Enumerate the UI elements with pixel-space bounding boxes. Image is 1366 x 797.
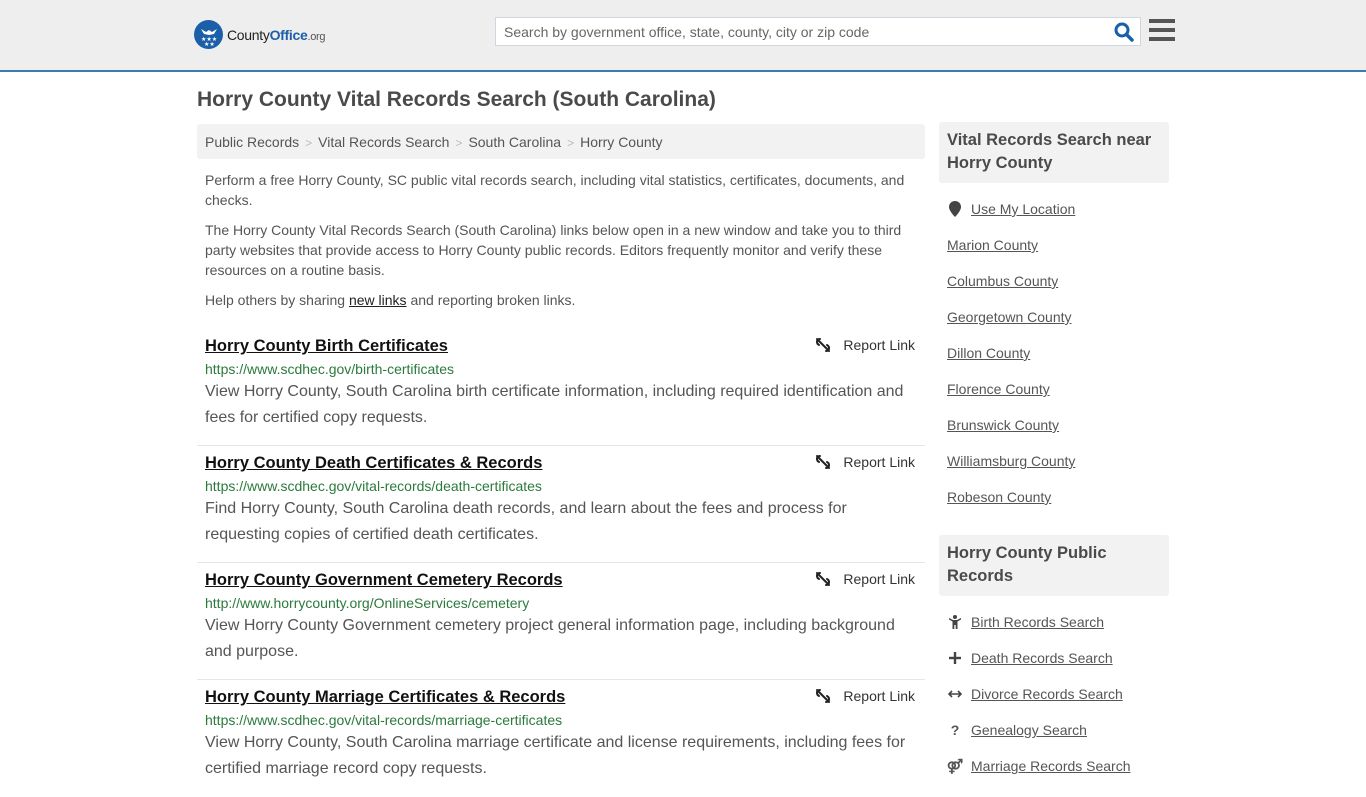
public-records-heading: Horry County Public Records bbox=[939, 535, 1169, 596]
report-link-button[interactable]: Report Link bbox=[815, 688, 915, 704]
nearby-county-item: Florence County bbox=[947, 371, 1161, 407]
nearby-county-item: Columbus County bbox=[947, 263, 1161, 299]
death-records-search-link[interactable]: Death Records Search bbox=[971, 650, 1113, 666]
result-url[interactable]: https://www.scdhec.gov/vital-records/mar… bbox=[205, 710, 917, 730]
intro-section: Perform a free Horry County, SC public v… bbox=[197, 170, 925, 310]
search-bar bbox=[495, 17, 1141, 46]
public-record-item: ⚤ Marriage Records Search bbox=[947, 748, 1161, 784]
result-url[interactable]: http://www.horrycounty.org/OnlineService… bbox=[205, 593, 917, 613]
result-title-link[interactable]: Horry County Birth Certificates bbox=[205, 335, 448, 357]
plus-icon bbox=[947, 652, 963, 664]
nearby-heading: Vital Records Search near Horry County bbox=[939, 122, 1169, 183]
result-item: Horry County Government Cemetery Records… bbox=[197, 563, 925, 680]
nearby-county-link[interactable]: Dillon County bbox=[947, 345, 1030, 361]
breadcrumb: Public Records > Vital Records Search > Sout… bbox=[197, 124, 925, 159]
share-links-paragraph: Help others by sharing new links and rep… bbox=[205, 292, 576, 308]
result-url[interactable]: https://www.scdhec.gov/vital-records/dea… bbox=[205, 476, 917, 496]
question-icon: ? bbox=[950, 722, 960, 738]
nearby-county-link[interactable]: Georgetown County bbox=[947, 309, 1072, 325]
result-title-link[interactable]: Horry County Marriage Certificates & Rec… bbox=[205, 686, 565, 708]
breadcrumb-separator: > bbox=[455, 136, 463, 150]
result-description: View Horry County, South Carolina birth … bbox=[205, 383, 904, 426]
broken-link-icon bbox=[816, 572, 831, 586]
breadcrumb-public-records[interactable]: Public Records bbox=[205, 134, 299, 150]
search-button[interactable] bbox=[1114, 22, 1134, 42]
result-description: Find Horry County, South Carolina death … bbox=[205, 500, 847, 543]
use-my-location-link[interactable]: Use My Location bbox=[971, 201, 1075, 217]
nearby-county-link[interactable]: Brunswick County bbox=[947, 417, 1059, 433]
nearby-county-link[interactable]: Florence County bbox=[947, 381, 1050, 397]
nearby-county-item: Dillon County bbox=[947, 335, 1161, 371]
map-marker-icon bbox=[947, 201, 963, 217]
nearby-county-link[interactable]: Columbus County bbox=[947, 273, 1058, 289]
search-input[interactable] bbox=[496, 18, 1096, 45]
results-list: Horry County Birth Certificates https://… bbox=[197, 329, 925, 797]
nearby-county-item: Georgetown County bbox=[947, 299, 1161, 335]
result-url[interactable]: https://www.scdhec.gov/birth-certificate… bbox=[205, 359, 917, 379]
broken-link-icon bbox=[816, 689, 831, 703]
breadcrumb-separator: > bbox=[305, 136, 313, 150]
result-item: Horry County Death Certificates & Record… bbox=[197, 446, 925, 563]
menu-icon-bar bbox=[1149, 28, 1175, 32]
public-record-item: Birth Records Search bbox=[947, 604, 1161, 640]
result-title-link[interactable]: Horry County Government Cemetery Records bbox=[205, 569, 563, 591]
search-icon bbox=[1114, 22, 1134, 42]
new-links-link[interactable]: new links bbox=[349, 292, 407, 308]
result-item: Horry County Birth Certificates https://… bbox=[197, 329, 925, 446]
divorce-records-search-link[interactable]: Divorce Records Search bbox=[971, 686, 1123, 702]
marriage-symbol-icon: ⚤ bbox=[946, 757, 964, 774]
nearby-county-item: Marion County bbox=[947, 227, 1161, 263]
logo-wordmark: CountyOffice.org bbox=[227, 26, 326, 43]
menu-icon-bar bbox=[1149, 37, 1175, 41]
public-record-item: Divorce Records Search bbox=[947, 676, 1161, 712]
intro-paragraph: Perform a free Horry County, SC public v… bbox=[205, 172, 905, 208]
breadcrumb-horry-county[interactable]: Horry County bbox=[580, 134, 662, 150]
hamburger-menu-button[interactable] bbox=[1149, 19, 1175, 41]
breadcrumb-separator: > bbox=[567, 136, 575, 150]
child-icon bbox=[947, 615, 963, 629]
result-description: View Horry County Government cemetery pr… bbox=[205, 617, 895, 660]
page-title: Horry County Vital Records Search (South… bbox=[197, 88, 716, 111]
birth-records-search-link[interactable]: Birth Records Search bbox=[971, 614, 1104, 630]
site-logo[interactable]: ★★★ ★★ CountyOffice.org bbox=[194, 20, 326, 49]
nearby-county-link[interactable]: Williamsburg County bbox=[947, 453, 1075, 469]
public-record-item: Death Records Search bbox=[947, 640, 1161, 676]
result-item: Horry County Marriage Certificates & Rec… bbox=[197, 680, 925, 797]
intro-paragraph: The Horry County Vital Records Search (S… bbox=[205, 222, 902, 278]
report-link-button[interactable]: Report Link bbox=[815, 454, 915, 470]
nearby-list: Use My Location Marion County Columbus C… bbox=[939, 183, 1169, 515]
use-location-item: Use My Location bbox=[947, 191, 1161, 227]
public-record-item: ? Genealogy Search bbox=[947, 712, 1161, 748]
arrows-horizontal-icon bbox=[947, 689, 963, 699]
nearby-county-link[interactable]: Marion County bbox=[947, 237, 1038, 253]
marriage-records-search-link[interactable]: Marriage Records Search bbox=[971, 758, 1131, 774]
svg-text:★★: ★★ bbox=[204, 41, 215, 46]
breadcrumb-south-carolina[interactable]: South Carolina bbox=[468, 134, 561, 150]
site-header: ★★★ ★★ CountyOffice.org bbox=[0, 0, 1366, 72]
report-link-button[interactable]: Report Link bbox=[815, 571, 915, 587]
breadcrumb-vital-records-search[interactable]: Vital Records Search bbox=[318, 134, 449, 150]
nearby-county-link[interactable]: Robeson County bbox=[947, 489, 1051, 505]
genealogy-search-link[interactable]: Genealogy Search bbox=[971, 722, 1087, 738]
broken-link-icon bbox=[816, 338, 831, 352]
result-title-link[interactable]: Horry County Death Certificates & Record… bbox=[205, 452, 542, 474]
broken-link-icon bbox=[816, 455, 831, 469]
report-link-button[interactable]: Report Link bbox=[815, 337, 915, 353]
public-records-list: Birth Records Search Death Records Searc… bbox=[939, 596, 1169, 784]
nearby-county-item: Robeson County bbox=[947, 479, 1161, 515]
main-content: Public Records > Vital Records Search > Sout… bbox=[197, 124, 925, 797]
nearby-county-item: Brunswick County bbox=[947, 407, 1161, 443]
result-description: View Horry County, South Carolina marria… bbox=[205, 734, 906, 777]
menu-icon-bar bbox=[1149, 19, 1175, 23]
nearby-county-item: Williamsburg County bbox=[947, 443, 1161, 479]
sidebar: Vital Records Search near Horry County U… bbox=[939, 122, 1169, 784]
eagle-stars-logo-icon: ★★★ ★★ bbox=[194, 20, 223, 49]
